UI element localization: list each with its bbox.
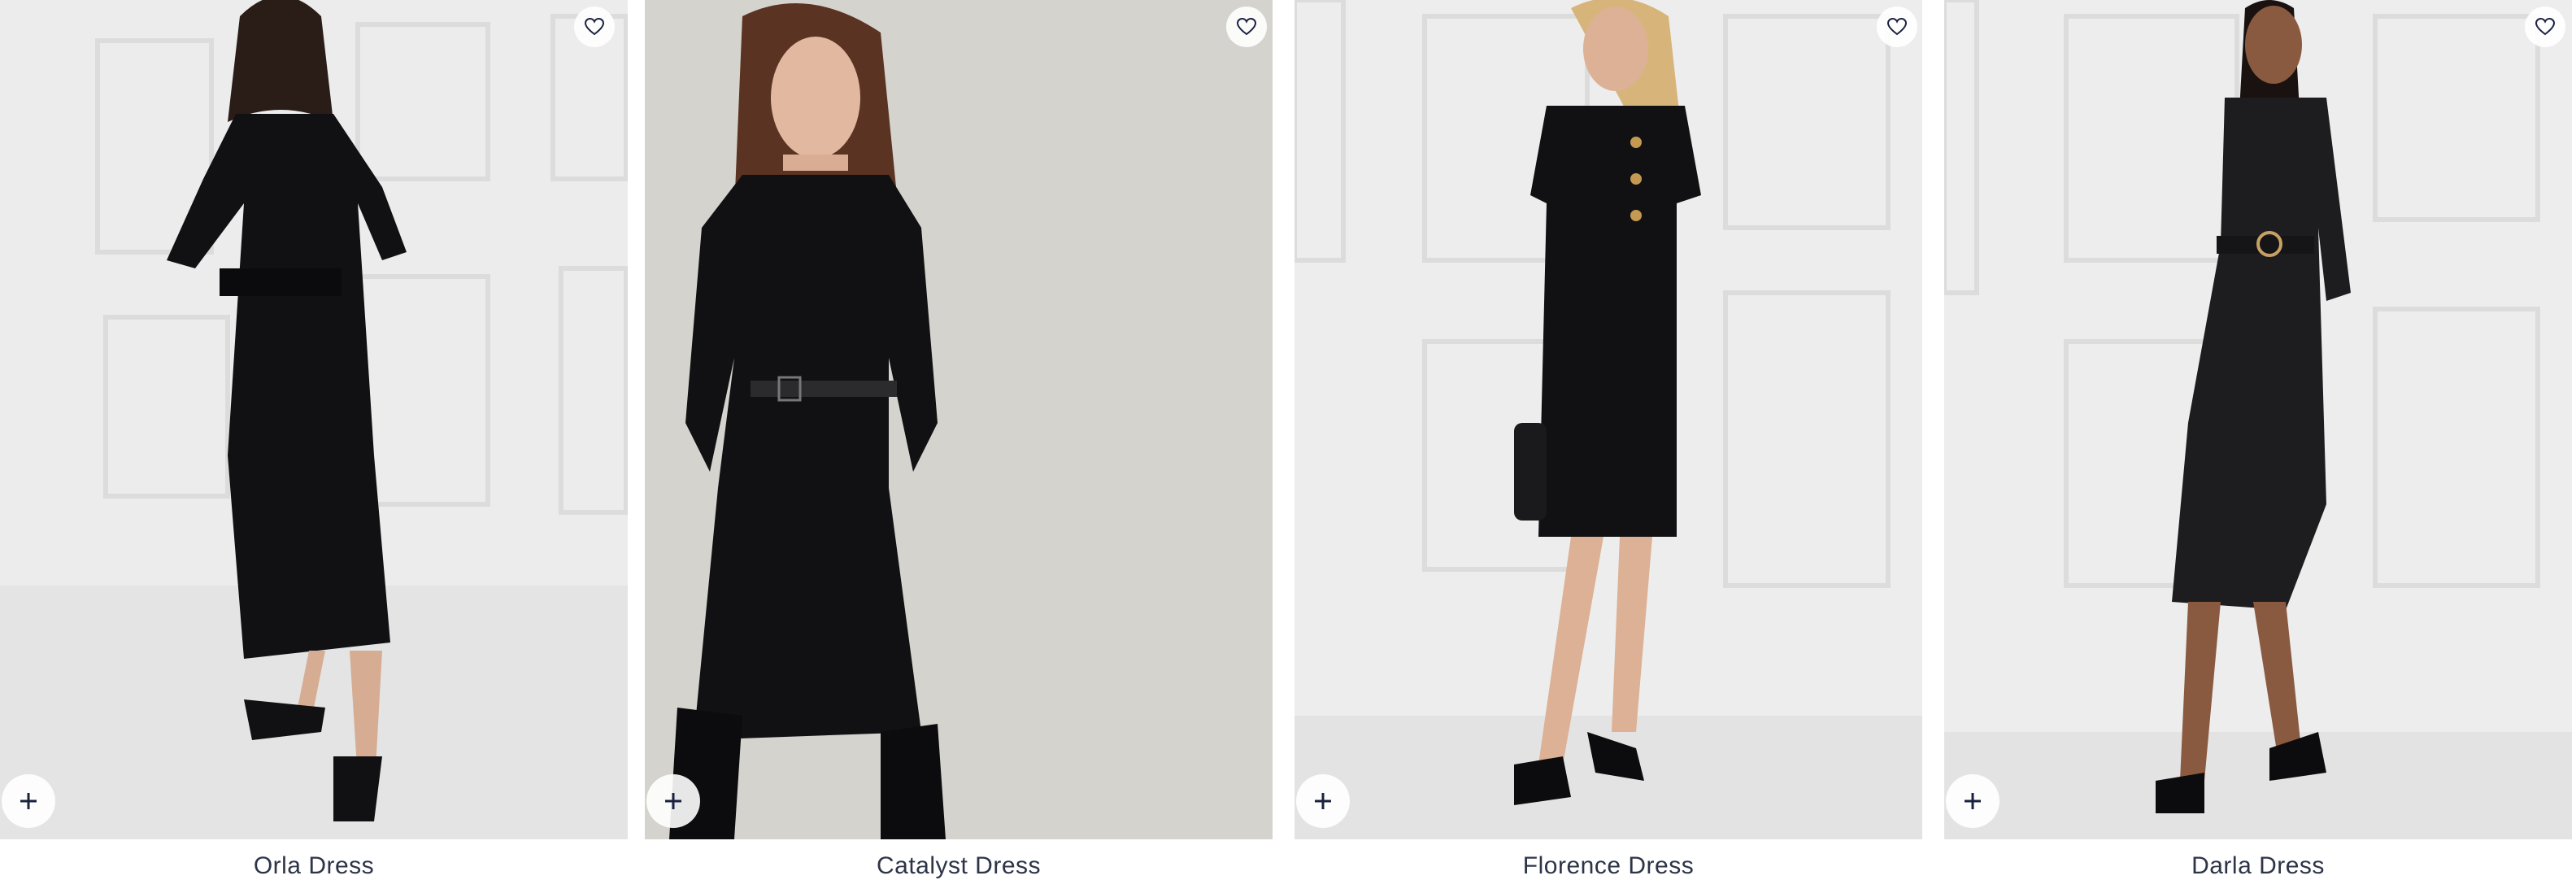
model-photo-catalyst — [645, 0, 1273, 839]
plus-icon — [1965, 793, 1981, 809]
heart-outline-icon — [585, 18, 604, 36]
model-photo-darla — [1944, 0, 2572, 839]
favorite-button[interactable] — [1226, 7, 1267, 47]
plus-icon — [665, 793, 681, 809]
quick-add-button[interactable] — [1946, 774, 1999, 828]
favorite-button[interactable] — [1877, 7, 1917, 47]
product-name[interactable]: Catalyst Dress — [645, 852, 1273, 880]
product-name[interactable]: Darla Dress — [1944, 852, 2572, 880]
plus-icon — [20, 793, 37, 809]
favorite-button[interactable] — [574, 7, 615, 47]
model-photo-florence — [1295, 0, 1922, 839]
favorite-button[interactable] — [2525, 7, 2565, 47]
product-image[interactable] — [0, 0, 628, 839]
product-image[interactable] — [1295, 0, 1922, 839]
product-grid: Orla Dress Catalyst Dress Florence Dress… — [0, 0, 2576, 893]
product-card-florence[interactable]: Florence Dress — [1295, 0, 1922, 893]
plus-icon — [1315, 793, 1331, 809]
product-name[interactable]: Orla Dress — [0, 852, 628, 880]
product-name[interactable]: Florence Dress — [1295, 852, 1922, 880]
product-card-orla[interactable]: Orla Dress — [0, 0, 628, 893]
quick-add-button[interactable] — [646, 774, 700, 828]
product-card-darla[interactable]: Darla Dress — [1944, 0, 2572, 893]
quick-add-button[interactable] — [2, 774, 55, 828]
heart-outline-icon — [1887, 18, 1907, 36]
heart-outline-icon — [1237, 18, 1256, 36]
model-photo-orla — [0, 0, 628, 839]
product-card-catalyst[interactable]: Catalyst Dress — [645, 0, 1273, 893]
product-image[interactable] — [1944, 0, 2572, 839]
quick-add-button[interactable] — [1296, 774, 1350, 828]
product-image[interactable] — [645, 0, 1273, 839]
heart-outline-icon — [2535, 18, 2555, 36]
